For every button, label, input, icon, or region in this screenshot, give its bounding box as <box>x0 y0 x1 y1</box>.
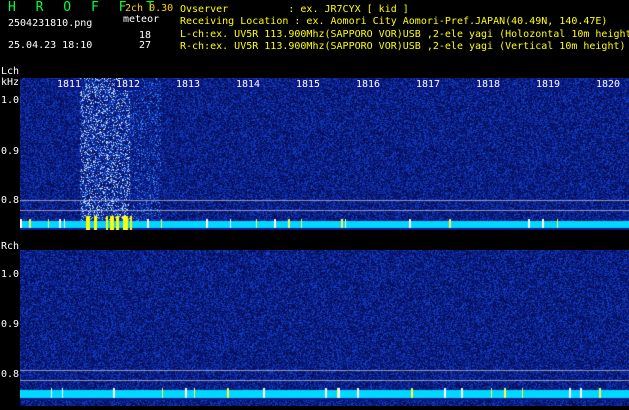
time-tick-1820: 1820 <box>594 79 622 90</box>
lch-ytick-1-0: 1.0 <box>1 95 20 106</box>
time-tick-1819: 1819 <box>534 79 562 90</box>
time-tick-1811: 1811 <box>55 79 83 90</box>
time-tick-1812: 1812 <box>114 79 142 90</box>
lch-ytick-0-9: 0.9 <box>1 146 20 157</box>
rch-ytick-0-8: 0.8 <box>1 369 20 380</box>
rch-receiver-info: R-ch:ex. UV5R 113.900Mhz(SAPPORO VOR)USB… <box>180 41 626 52</box>
observer-info: Ovserver : ex. JR7CYX [ kid ] <box>180 4 409 15</box>
time-tick-1815: 1815 <box>294 79 322 90</box>
rch-ytick-1-0: 1.0 <box>1 269 20 280</box>
time-tick-1814: 1814 <box>234 79 262 90</box>
datetime-label: 25.04.23 18:10 <box>8 40 93 51</box>
rch-label: Rch <box>1 241 20 252</box>
khz-unit-label: kHz <box>1 77 20 88</box>
lch-receiver-info: L-ch:ex. UV5R 113.900Mhz(SAPPORO VOR)USB… <box>180 29 629 40</box>
rch-ytick-0-9: 0.9 <box>1 319 20 330</box>
rch-spectrogram <box>20 250 629 406</box>
filename-label: 2504231810.png <box>8 18 93 29</box>
time-tick-1818: 1818 <box>474 79 502 90</box>
rch-meteor-count: 27 <box>138 40 151 51</box>
time-tick-1816: 1816 <box>354 79 382 90</box>
time-tick-1817: 1817 <box>414 79 442 90</box>
lch-spectrogram <box>20 78 629 230</box>
lch-label: Lch <box>1 66 20 77</box>
time-tick-1813: 1813 <box>174 79 202 90</box>
meteor-label: meteor <box>123 14 160 25</box>
lch-ytick-0-8: 0.8 <box>1 195 20 206</box>
location-info: Receiving Location : ex. Aomori City Aom… <box>180 16 608 27</box>
